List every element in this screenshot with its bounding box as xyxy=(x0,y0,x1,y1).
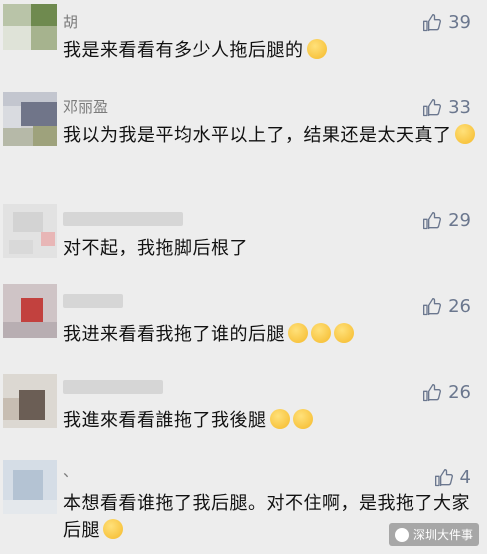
embarrassed-emoji-icon xyxy=(311,323,331,343)
embarrassed-emoji-icon xyxy=(288,323,308,343)
thinking-emoji-icon xyxy=(269,409,290,429)
like-count: 29 xyxy=(448,210,471,231)
thumbs-up-icon xyxy=(423,99,442,117)
watermark: 深圳大件事 xyxy=(388,523,479,546)
avatar[interactable] xyxy=(3,92,57,146)
commenter-name-blurred xyxy=(63,380,163,394)
comment-text: 我進來看看誰拖了我後腿 xyxy=(63,407,475,434)
thumbs-up-icon xyxy=(434,469,453,487)
laughing-emoji-icon xyxy=(454,124,475,144)
like-count: 26 xyxy=(448,382,471,403)
like-count: 4 xyxy=(459,467,471,488)
avatar[interactable] xyxy=(3,284,57,338)
thumbs-up-icon xyxy=(423,212,442,230)
watermark-text: 深圳大件事 xyxy=(412,528,473,542)
avatar[interactable] xyxy=(3,460,57,514)
commenter-name-blurred xyxy=(63,294,123,308)
commenter-name[interactable]: 、 xyxy=(63,462,78,480)
like-button[interactable]: 4 xyxy=(434,467,471,489)
like-button[interactable]: 29 xyxy=(422,210,471,232)
smile-emoji-icon xyxy=(306,39,327,59)
commenter-name[interactable]: 胡 xyxy=(63,13,78,31)
commenter-name-blurred xyxy=(63,212,183,226)
like-button[interactable]: 33 xyxy=(422,97,471,119)
thumbs-up-icon xyxy=(423,298,442,316)
like-button[interactable]: 26 xyxy=(422,296,471,318)
embarrassed-emoji-icon xyxy=(334,323,354,343)
wechat-logo-icon xyxy=(394,527,409,542)
like-count: 33 xyxy=(448,97,471,118)
avatar[interactable] xyxy=(3,204,57,258)
like-count: 39 xyxy=(448,12,471,33)
commenter-name[interactable]: 邓丽盈 xyxy=(63,98,108,116)
comment-text: 我是来看看有多少人拖后腿的 xyxy=(63,37,475,64)
crying-laughing-emoji-icon xyxy=(103,519,123,539)
like-button[interactable]: 39 xyxy=(422,12,471,34)
comment-text: 我以为我是平均水平以上了，结果还是太天真了 xyxy=(63,122,475,149)
thumbs-up-icon xyxy=(423,384,442,402)
comment-text: 对不起，我拖脚后根了 xyxy=(63,238,248,259)
like-count: 26 xyxy=(448,296,471,317)
avatar[interactable] xyxy=(3,4,57,50)
avatar[interactable] xyxy=(3,374,57,428)
thumbs-up-icon xyxy=(423,14,442,32)
like-button[interactable]: 26 xyxy=(422,382,471,404)
thinking-emoji-icon xyxy=(292,409,313,429)
comment-text: 我进来看看我拖了谁的后腿 xyxy=(63,321,475,348)
